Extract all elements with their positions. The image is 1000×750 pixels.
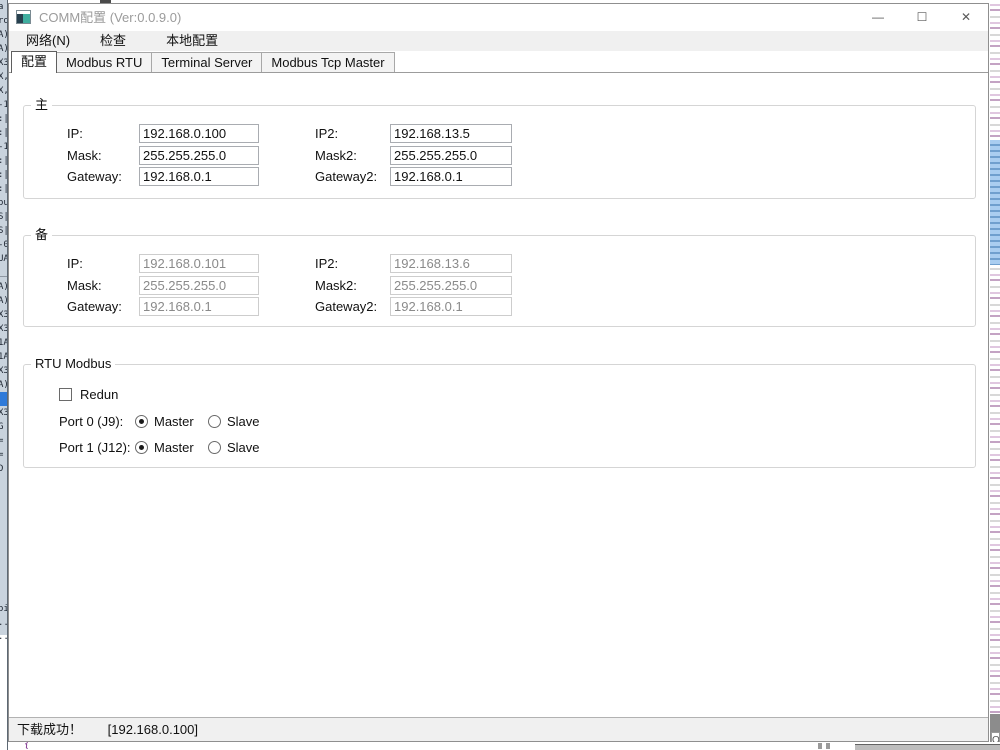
background-editor-left-strip: a ro A) A) X3 X, X, -1 :| :| -1 :| :| :|… xyxy=(0,0,8,750)
primary-gateway2-input[interactable] xyxy=(390,167,512,186)
ip-label: IP: xyxy=(67,254,83,273)
backup-mask2-input xyxy=(390,276,512,295)
status-ip-detail: [192.168.0.100] xyxy=(108,722,198,737)
window-controls: — ☐ ✕ xyxy=(856,4,988,31)
group-backup-title: 备 xyxy=(31,227,52,243)
port1-slave-label: Slave xyxy=(227,438,260,457)
port1-master-label: Master xyxy=(154,438,194,457)
group-backup: 备 IP: Mask: Gateway: IP2: Mask2: Gateway… xyxy=(23,235,976,327)
tab-strip: 配置 Modbus RTU Terminal Server Modbus Tcp… xyxy=(9,51,988,72)
group-primary-title: 主 xyxy=(31,97,52,113)
menu-item-check[interactable]: 检查 xyxy=(89,31,137,51)
background-scrollbar xyxy=(855,744,1000,750)
port0-master-label: Master xyxy=(154,412,194,431)
port0-slave-radio[interactable] xyxy=(208,415,221,428)
port1-slave-radio[interactable] xyxy=(208,441,221,454)
background-selection-highlight xyxy=(0,392,8,406)
background-code-text: a ro A) A) X3 X, X, -1 :| :| -1 :| :| :|… xyxy=(0,0,7,644)
port0-label: Port 0 (J9): xyxy=(59,412,123,431)
group-primary: 主 IP: Mask: Gateway: IP2: Mask2: Gateway… xyxy=(23,105,976,199)
titlebar[interactable]: COMM配置 (Ver:0.0.9.0) — ☐ ✕ xyxy=(9,4,988,31)
port0-master-radio[interactable] xyxy=(135,415,148,428)
minimize-button[interactable]: — xyxy=(856,4,900,31)
ip2-label: IP2: xyxy=(315,254,338,273)
gateway2-label: Gateway2: xyxy=(315,167,377,186)
primary-mask-input[interactable] xyxy=(139,146,259,165)
tab-modbus-rtu[interactable]: Modbus RTU xyxy=(56,52,152,72)
ip-label: IP: xyxy=(67,124,83,143)
mask-label: Mask: xyxy=(67,146,102,165)
gateway2-label: Gateway2: xyxy=(315,297,377,316)
menu-bar: 网络(N) 检查 本地配置 xyxy=(9,31,988,51)
tab-config[interactable]: 配置 xyxy=(11,51,57,73)
primary-ip-input[interactable] xyxy=(139,124,259,143)
group-rtu-modbus: RTU Modbus Redun Port 0 (J9): Master Sla… xyxy=(23,364,976,468)
gateway-label: Gateway: xyxy=(67,167,122,186)
close-button[interactable]: ✕ xyxy=(944,4,988,31)
port0-slave-label: Slave xyxy=(227,412,260,431)
mask2-label: Mask2: xyxy=(315,276,357,295)
config-tab-page: 主 IP: Mask: Gateway: IP2: Mask2: Gateway… xyxy=(9,72,988,717)
background-bottom-strip: { xyxy=(8,742,1000,750)
menu-item-network[interactable]: 网络(N) xyxy=(15,31,81,51)
port1-label: Port 1 (J12): xyxy=(59,438,131,457)
group-rtu-title: RTU Modbus xyxy=(31,356,115,372)
gateway-label: Gateway: xyxy=(67,297,122,316)
backup-mask-input xyxy=(139,276,259,295)
primary-gateway-input[interactable] xyxy=(139,167,259,186)
comm-config-window: COMM配置 (Ver:0.0.9.0) — ☐ ✕ 网络(N) 检查 本地配置… xyxy=(8,3,989,742)
window-title: COMM配置 (Ver:0.0.9.0) xyxy=(39,4,181,31)
app-icon xyxy=(16,10,31,24)
backup-gateway2-input xyxy=(390,297,512,316)
redun-label: Redun xyxy=(80,385,118,404)
tab-terminal-server[interactable]: Terminal Server xyxy=(151,52,262,72)
primary-ip2-input[interactable] xyxy=(390,124,512,143)
status-bar: 下载成功！ [192.168.0.100] xyxy=(9,717,988,741)
status-message: 下载成功！ xyxy=(17,722,82,737)
tab-modbus-tcp-master[interactable]: Modbus Tcp Master xyxy=(261,52,394,72)
mask-label: Mask: xyxy=(67,276,102,295)
background-editor-right-strip xyxy=(990,0,1000,750)
background-right-selection xyxy=(990,140,1000,265)
maximize-button[interactable]: ☐ xyxy=(900,4,944,31)
ip2-label: IP2: xyxy=(315,124,338,143)
mask2-label: Mask2: xyxy=(315,146,357,165)
background-bottom-ticks xyxy=(818,743,822,749)
backup-ip-input xyxy=(139,254,259,273)
port1-master-radio[interactable] xyxy=(135,441,148,454)
backup-gateway-input xyxy=(139,297,259,316)
backup-ip2-input xyxy=(390,254,512,273)
redun-checkbox[interactable] xyxy=(59,388,72,401)
primary-mask2-input[interactable] xyxy=(390,146,512,165)
menu-item-local-config[interactable]: 本地配置 xyxy=(155,31,229,51)
